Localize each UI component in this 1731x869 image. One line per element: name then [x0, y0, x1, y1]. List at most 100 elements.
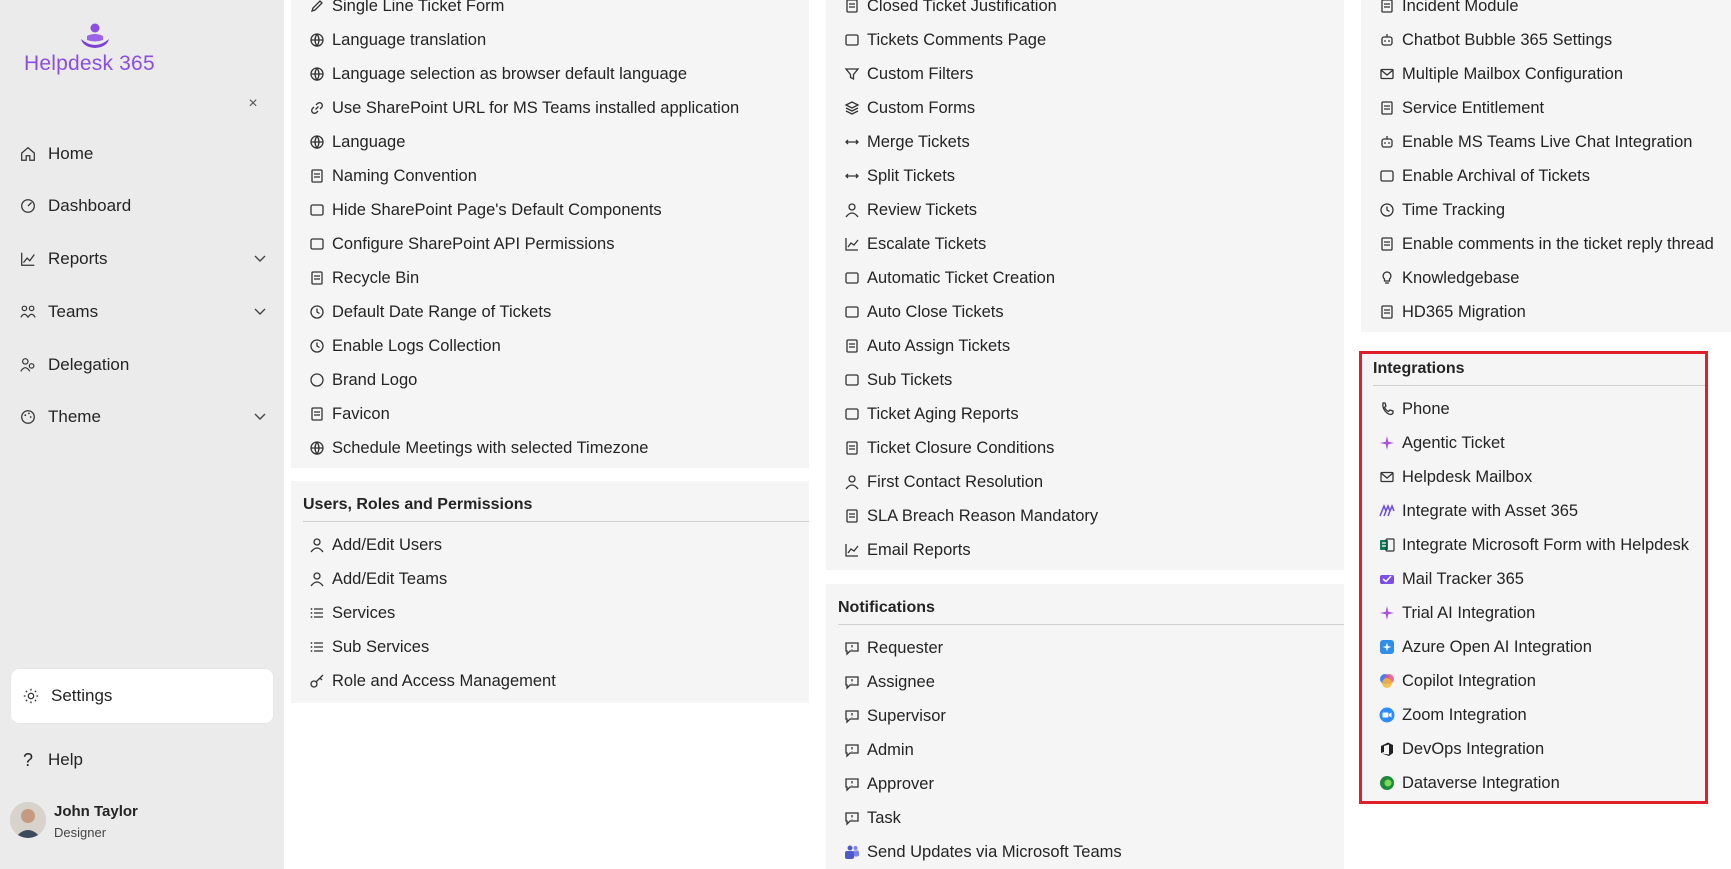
settings-link-service-entitlement[interactable]: Service Entitlement — [1378, 96, 1544, 120]
settings-link-task[interactable]: Task — [843, 806, 901, 830]
chevron-down-icon[interactable] — [252, 250, 268, 266]
settings-link-favicon[interactable]: Favicon — [308, 402, 390, 426]
settings-link-label: SLA Breach Reason Mandatory — [867, 506, 1099, 525]
settings-link-single-line-ticket-form[interactable]: Single Line Ticket Form — [308, 0, 504, 18]
settings-link-time-tracking[interactable]: Time Tracking — [1378, 198, 1505, 222]
circle-icon — [308, 371, 326, 389]
users-roles-title: Users, Roles and Permissions — [303, 496, 533, 513]
settings-link-requester[interactable]: Requester — [843, 636, 943, 660]
user-profile[interactable]: John Taylor Designer — [10, 800, 270, 850]
settings-link-dataverse-integration[interactable]: Dataverse Integration — [1378, 771, 1560, 795]
settings-link-recycle-bin[interactable]: Recycle Bin — [308, 266, 419, 290]
nav-theme[interactable]: Theme — [18, 402, 268, 432]
settings-link-copilot-integration[interactable]: Copilot Integration — [1378, 669, 1536, 693]
settings-link-custom-filters[interactable]: Custom Filters — [843, 62, 973, 86]
settings-link-label: Admin — [867, 740, 914, 759]
settings-link-supervisor[interactable]: Supervisor — [843, 704, 946, 728]
doc-icon — [843, 439, 861, 457]
chat-icon — [843, 707, 861, 725]
settings-link-label: Sub Tickets — [867, 370, 953, 389]
settings-link-admin[interactable]: Admin — [843, 738, 914, 762]
settings-link-default-date-range-of-tickets[interactable]: Default Date Range of Tickets — [308, 300, 551, 324]
settings-link-incident-module[interactable]: Incident Module — [1378, 0, 1519, 18]
settings-link-mail-tracker-365[interactable]: Mail Tracker 365 — [1378, 567, 1524, 591]
settings-link-sla-breach-reason-mandatory[interactable]: SLA Breach Reason Mandatory — [843, 504, 1098, 528]
nav-help[interactable]: ? Help — [18, 745, 268, 775]
settings-link-tickets-comments-page[interactable]: Tickets Comments Page — [843, 28, 1046, 52]
settings-link-label: Trial AI Integration — [1402, 603, 1536, 622]
nav-delegation[interactable]: Delegation — [18, 350, 268, 380]
settings-link-agentic-ticket[interactable]: Agentic Ticket — [1378, 431, 1505, 455]
settings-link-send-updates-via-microsoft-teams[interactable]: Send Updates via Microsoft Teams — [843, 840, 1122, 864]
settings-link-enable-archival-of-tickets[interactable]: Enable Archival of Tickets — [1378, 164, 1590, 188]
settings-link-approver[interactable]: Approver — [843, 772, 934, 796]
settings-link-split-tickets[interactable]: Split Tickets — [843, 164, 955, 188]
settings-link-schedule-meetings-with-selected-timezone[interactable]: Schedule Meetings with selected Timezone — [308, 436, 648, 460]
settings-link-brand-logo[interactable]: Brand Logo — [308, 368, 417, 392]
settings-link-hd365-migration[interactable]: HD365 Migration — [1378, 300, 1526, 324]
settings-link-azure-open-ai-integration[interactable]: Azure Open AI Integration — [1378, 635, 1592, 659]
settings-link-automatic-ticket-creation[interactable]: Automatic Ticket Creation — [843, 266, 1055, 290]
settings-link-devops-integration[interactable]: DevOps Integration — [1378, 737, 1544, 761]
settings-link-auto-close-tickets[interactable]: Auto Close Tickets — [843, 300, 1004, 324]
settings-link-sub-tickets[interactable]: Sub Tickets — [843, 368, 952, 392]
doc-icon — [1378, 235, 1396, 253]
settings-link-language-selection-as-browser-default-language[interactable]: Language selection as browser default la… — [308, 62, 687, 86]
settings-link-integrate-with-asset-365[interactable]: Integrate with Asset 365 — [1378, 499, 1578, 523]
settings-link-add-edit-teams[interactable]: Add/Edit Teams — [308, 567, 447, 591]
settings-link-auto-assign-tickets[interactable]: Auto Assign Tickets — [843, 334, 1010, 358]
settings-link-label: Language selection as browser default la… — [332, 64, 688, 83]
settings-link-first-contact-resolution[interactable]: First Contact Resolution — [843, 470, 1043, 494]
settings-link-services[interactable]: Services — [308, 601, 395, 625]
chevron-down-icon[interactable] — [252, 408, 268, 424]
settings-link-zoom-integration[interactable]: Zoom Integration — [1378, 703, 1527, 727]
settings-link-assignee[interactable]: Assignee — [843, 670, 935, 694]
nav-dashboard[interactable]: Dashboard — [18, 191, 268, 221]
doc-icon — [1378, 303, 1396, 321]
settings-link-enable-ms-teams-live-chat-integration[interactable]: Enable MS Teams Live Chat Integration — [1378, 130, 1692, 154]
settings-link-label: Integrate Microsoft Form with Helpdesk — [1402, 535, 1690, 554]
nav-reports[interactable]: Reports — [18, 244, 268, 274]
settings-link-sub-services[interactable]: Sub Services — [308, 635, 429, 659]
chevron-down-icon[interactable] — [252, 303, 268, 319]
settings-link-label: Helpdesk Mailbox — [1402, 467, 1533, 486]
nav-help-label: Help — [48, 750, 83, 769]
dashboard-icon — [18, 196, 38, 216]
settings-link-ticket-closure-conditions[interactable]: Ticket Closure Conditions — [843, 436, 1054, 460]
close-sidebar-button[interactable]: × — [244, 95, 262, 113]
settings-link-closed-ticket-justification[interactable]: Closed Ticket Justification — [843, 0, 1057, 18]
settings-link-escalate-tickets[interactable]: Escalate Tickets — [843, 232, 986, 256]
settings-link-language-translation[interactable]: Language translation — [308, 28, 486, 52]
settings-link-label: Auto Close Tickets — [867, 302, 1004, 321]
settings-link-language[interactable]: Language — [308, 130, 405, 154]
settings-link-configure-sharepoint-api-permissions[interactable]: Configure SharePoint API Permissions — [308, 232, 614, 256]
settings-link-enable-comments-in-the-ticket-reply-thread[interactable]: Enable comments in the ticket reply thre… — [1378, 232, 1714, 256]
settings-link-trial-ai-integration[interactable]: Trial AI Integration — [1378, 601, 1535, 625]
settings-link-ticket-aging-reports[interactable]: Ticket Aging Reports — [843, 402, 1019, 426]
settings-link-email-reports[interactable]: Email Reports — [843, 538, 971, 562]
settings-link-merge-tickets[interactable]: Merge Tickets — [843, 130, 970, 154]
settings-link-phone[interactable]: Phone — [1378, 397, 1450, 421]
settings-link-naming-convention[interactable]: Naming Convention — [308, 164, 477, 188]
settings-link-helpdesk-mailbox[interactable]: Helpdesk Mailbox — [1378, 465, 1532, 489]
nav-home-label: Home — [48, 144, 94, 163]
pencil-icon — [308, 0, 326, 15]
settings-link-label: Brand Logo — [332, 370, 418, 389]
settings-link-multiple-mailbox-configuration[interactable]: Multiple Mailbox Configuration — [1378, 62, 1623, 86]
settings-link-label: Default Date Range of Tickets — [332, 302, 552, 321]
settings-link-label: Zoom Integration — [1402, 705, 1527, 724]
settings-link-role-and-access-management[interactable]: Role and Access Management — [308, 669, 556, 693]
settings-link-hide-sharepoint-page-s-default-components[interactable]: Hide SharePoint Page's Default Component… — [308, 198, 662, 222]
settings-link-knowledgebase[interactable]: Knowledgebase — [1378, 266, 1519, 290]
settings-link-custom-forms[interactable]: Custom Forms — [843, 96, 975, 120]
settings-link-review-tickets[interactable]: Review Tickets — [843, 198, 977, 222]
settings-link-chatbot-bubble-365-settings[interactable]: Chatbot Bubble 365 Settings — [1378, 28, 1612, 52]
nav-home[interactable]: Home — [18, 139, 268, 169]
settings-link-use-sharepoint-url-for-ms-teams-installed-application[interactable]: Use SharePoint URL for MS Teams installe… — [308, 96, 739, 120]
nav-teams[interactable]: Teams — [18, 297, 268, 327]
settings-link-enable-logs-collection[interactable]: Enable Logs Collection — [308, 334, 501, 358]
nav-settings[interactable]: Settings — [11, 669, 273, 723]
settings-link-add-edit-users[interactable]: Add/Edit Users — [308, 533, 442, 557]
settings-link-label: Sub Services — [332, 637, 430, 656]
settings-link-integrate-microsoft-form-with-helpdesk[interactable]: Integrate Microsoft Form with Helpdesk — [1378, 533, 1689, 557]
